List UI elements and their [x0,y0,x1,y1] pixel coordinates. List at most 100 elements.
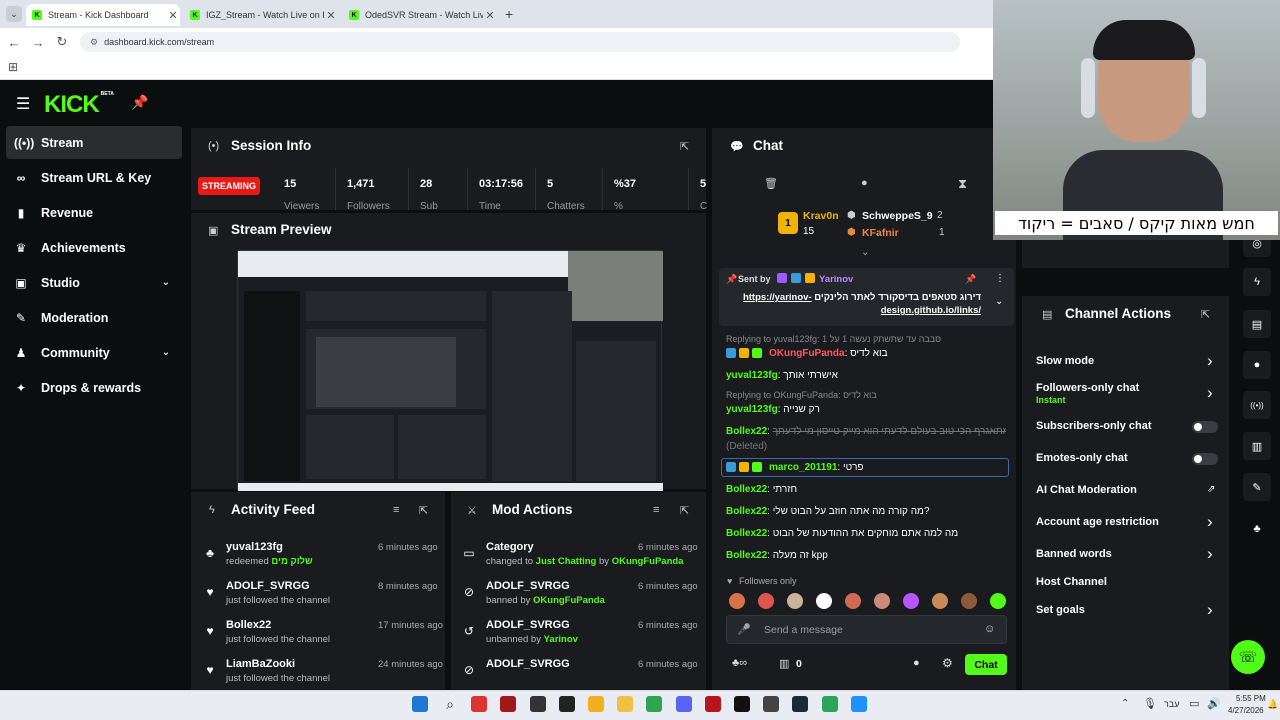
chat-input[interactable]: 🎤 Send a message ☺ [726,615,1007,644]
popout-icon[interactable]: ⇱ [419,504,428,517]
expand-icon[interactable]: ⌄ [995,296,1003,307]
channel-action-banned-words[interactable]: Banned words [1036,548,1112,560]
apps-grid-icon[interactable]: ⊞ [8,60,18,74]
app-icon[interactable] [822,696,838,712]
channel-action-ai-chat-moderation[interactable]: AI Chat Moderation [1036,484,1137,496]
chevron-right-icon[interactable]: › [1207,351,1213,371]
chat-message[interactable]: yuval123fg: רק שנייה [726,404,1006,415]
emoji-icon[interactable]: ☺ [984,623,995,635]
mic-icon[interactable]: 🎙 [1143,697,1157,710]
app-icon[interactable] [471,696,487,712]
sidebar-item-4[interactable]: ▣ Studio ⌄ [6,266,182,299]
sidebar-item-5[interactable]: ✎ Moderation [6,301,182,334]
chat-settings-icon[interactable]: ● [861,177,868,189]
pin-icon[interactable]: 📌 [131,94,148,111]
sidebar-item-0[interactable]: ((•)) Stream [6,126,182,159]
app-icon[interactable] [734,696,750,712]
emote-icon[interactable] [932,593,948,609]
sidebar-item-1[interactable]: ∞ Stream URL & Key [6,161,182,194]
filter-icon[interactable]: ≡ [393,504,399,516]
hourglass-icon[interactable]: ⧗ [958,176,967,192]
mod-action-subject[interactable]: ADOLF_SVRGG [486,619,570,631]
filter-icon[interactable]: ≡ [653,504,659,516]
send-chat-button[interactable]: Chat [965,654,1007,675]
emote-icon[interactable] [903,593,919,609]
chat-message[interactable]: OKungFuPanda: בוא לדיס [726,348,1006,359]
popout-icon[interactable]: ⇱ [680,504,689,517]
chrome-icon[interactable] [646,696,662,712]
language-indicator[interactable]: עבר [1164,699,1179,709]
chat-username[interactable]: yuval123fg [726,404,778,415]
chevron-right-icon[interactable]: › [1207,383,1213,403]
site-info-icon[interactable]: ⚙ [90,37,98,48]
new-tab-button[interactable]: + [505,6,513,22]
chat-username[interactable]: yuval123fg [726,370,778,381]
folder-icon[interactable] [617,696,633,712]
chat-username[interactable]: OKungFuPanda [769,348,845,359]
search-icon[interactable]: ⌕ [442,696,458,712]
sidebar-item-3[interactable]: ♛ Achievements [6,231,182,264]
chat-username[interactable]: Bollex22 [726,426,767,437]
chat-username[interactable]: Bollex22 [726,484,767,495]
app-icon[interactable] [705,696,721,712]
chat-settings-icon[interactable]: ⚙ [942,656,953,670]
notification-icon[interactable]: 🔔 [1267,699,1278,710]
close-tab-icon[interactable]: ✕ [166,9,180,22]
chat-message[interactable]: Bollex22: חזרתי [726,484,1006,495]
emote-icon[interactable] [845,593,861,609]
app-icon[interactable] [851,696,867,712]
moderator-name[interactable]: OKungFuPanda [533,595,605,606]
mod-action-subject[interactable]: Category [486,541,534,553]
sidebar-item-7[interactable]: ✦ Drops & rewards [6,371,182,404]
chat-username[interactable]: Bollex22 [726,550,767,561]
browser-tab[interactable]: K OdedSVR Stream - Watch Live on Kick ✕ [343,4,497,26]
activity-user[interactable]: yuval123fg [226,541,283,553]
activity-user[interactable]: LiamBaZooki [226,658,295,670]
infinity-points-icon[interactable]: ♣∞ [732,657,747,669]
emote-icon[interactable] [729,593,745,609]
external-link-icon[interactable]: ⇗ [1207,484,1215,495]
browser-tab[interactable]: K Stream - Kick Dashboard ✕ [26,4,180,26]
chevron-down-icon[interactable]: ⌄ [162,277,170,288]
forward-icon[interactable]: → [26,35,50,50]
chat-bubble-icon[interactable]: ● [1243,351,1271,379]
chevron-down-icon[interactable]: ⌄ [162,347,170,358]
app-icon[interactable] [530,696,546,712]
broadcast-icon[interactable]: ((•)) [1243,391,1271,419]
discord-icon[interactable] [676,696,692,712]
reply-context[interactable]: Replying to OKungFuPanda: בוא לדיס [726,390,877,400]
activity-user[interactable]: ADOLF_SVRGG [226,580,310,592]
url-input[interactable]: ⚙ dashboard.kick.com/stream [80,32,960,52]
emote-icon[interactable] [874,593,890,609]
pinned-message[interactable]: 📌 Sent by Yarinov 📌 ⋮ דירוג סטאפים בדיסק… [719,268,1014,326]
stream-preview-video[interactable] [237,250,663,491]
channel-action-subscribers-only-chat[interactable]: Subscribers-only chat [1036,420,1152,432]
browser-tab[interactable]: K IGZ_Stream - Watch Live on Kick ✕ [184,4,338,26]
chevron-right-icon[interactable]: › [1207,512,1213,532]
chat-username[interactable]: Bollex22 [726,528,767,539]
tab-list-button[interactable]: ⌄ [6,6,22,22]
kick-logo[interactable]: KICK BETA [44,91,114,119]
app-icon[interactable] [763,696,779,712]
chat-message[interactable]: Bollex22: מה קורה מה אתה חוזב על הבוט של… [726,506,1006,517]
moderator-name[interactable]: OKungFuPanda [612,556,684,567]
wrench-icon[interactable]: ✎ [1243,473,1271,501]
chat-message[interactable]: yuval123fg: אישרתי אותך [726,370,1006,381]
chat-message[interactable]: Bollex22: זה מעלה kpp [726,550,1006,561]
chat-message[interactable]: Bollex22: מה למה אתם מוחקים את ההודעות ש… [726,528,1006,539]
clock-time[interactable]: 5:55 PM [1236,694,1266,703]
chat-username[interactable]: marco_201191 [769,462,837,473]
emote-icon[interactable] [961,593,977,609]
tray-chevron-icon[interactable]: ⌃ [1121,698,1129,709]
rewards-icon[interactable]: ▥ [1243,432,1271,460]
close-tab-icon[interactable]: ✕ [324,9,338,22]
bolt-icon[interactable]: ϟ [1243,268,1271,296]
app-icon[interactable] [500,696,516,712]
emote-icon[interactable] [816,593,832,609]
unpin-icon[interactable]: 📌 [965,274,976,285]
chrome-icon[interactable] [588,696,604,712]
close-tab-icon[interactable]: ✕ [483,9,497,22]
channel-action-followers-only-chat[interactable]: Followers-only chat [1036,382,1139,394]
emote-icon[interactable] [787,593,803,609]
menu-icon[interactable]: ☰ [16,94,30,114]
